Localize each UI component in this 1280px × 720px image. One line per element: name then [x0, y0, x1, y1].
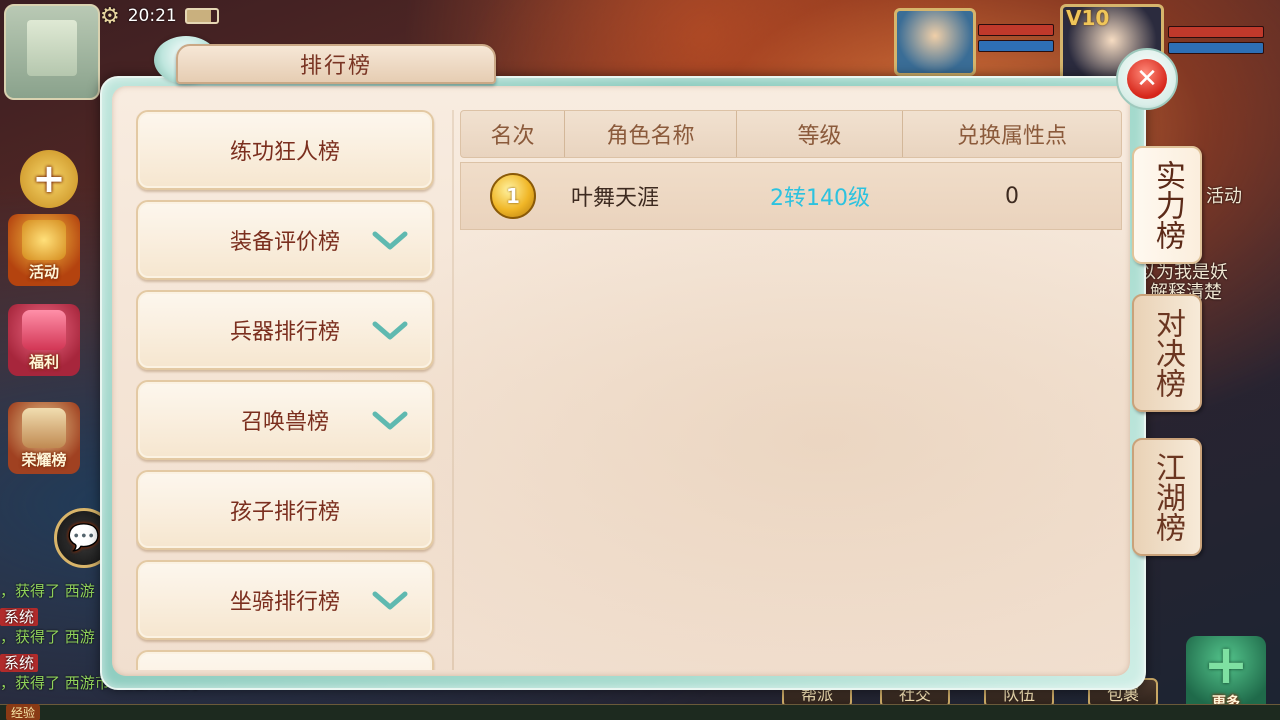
vip-badge: V10: [1066, 6, 1110, 30]
ranking-category-list[interactable]: 练功狂人榜 装备评价榜 兵器排行榜 召唤兽榜 孩子排行榜 坐骑排行榜: [136, 110, 436, 670]
honor-label: 荣耀榜: [21, 451, 67, 469]
chevron-down-icon[interactable]: [372, 410, 408, 432]
name-cell: 叶舞天涯: [571, 186, 660, 211]
category-label: 装备评价榜: [229, 230, 340, 255]
column-header-points: 兑换属性点: [956, 124, 1067, 149]
points-cell: 0: [1005, 183, 1019, 209]
gift-icon: [22, 310, 66, 350]
tab-strength-ranking[interactable]: 实力榜: [1132, 146, 1202, 264]
category-item[interactable]: 兵器排行榜: [136, 290, 434, 370]
gold-medal-icon: 1: [490, 173, 536, 219]
battery-icon: [184, 8, 219, 24]
system-tag: 系统: [0, 608, 39, 626]
chevron-down-icon[interactable]: [372, 230, 408, 252]
ranking-table-header: 名次 角色名称 等级 兑换属性点: [460, 110, 1122, 158]
category-label: 练功狂人榜: [229, 140, 340, 165]
chevron-down-icon[interactable]: [372, 590, 408, 612]
chevron-down-icon[interactable]: [372, 320, 408, 342]
pet-avatar[interactable]: [894, 8, 976, 76]
category-item[interactable]: 装备评价榜: [136, 200, 434, 280]
side-activity-text: 活动: [1206, 186, 1242, 207]
exp-bar: 经验: [0, 704, 1280, 720]
map-icon[interactable]: [4, 4, 100, 100]
table-row[interactable]: 1 叶舞天涯 2转140级 0: [460, 162, 1122, 230]
player-mp-bar: [1168, 42, 1264, 54]
pet-mp-bar: [978, 40, 1054, 52]
category-item[interactable]: 练功狂人榜: [136, 110, 434, 190]
pet-hp-bar: [978, 24, 1054, 36]
tab-jianghu-ranking[interactable]: 江湖榜: [1132, 438, 1202, 556]
bell-icon: [22, 220, 66, 260]
close-button[interactable]: ✕: [1116, 48, 1178, 110]
chat-line: ，获得了 西游: [0, 628, 95, 646]
activity-button[interactable]: 活动: [8, 214, 80, 286]
welfare-label: 福利: [28, 353, 59, 371]
column-header-rank: 名次: [461, 111, 565, 157]
honor-ranking-button[interactable]: 荣耀榜: [8, 402, 80, 474]
panel-divider: [452, 110, 454, 670]
level-cell: 2转140级: [770, 186, 870, 211]
column-header-level: 等级: [737, 111, 903, 157]
clock: 20:21: [127, 6, 177, 26]
category-label: 坐骑排行榜: [229, 590, 340, 615]
plus-icon: +: [1203, 633, 1249, 696]
welfare-button[interactable]: 福利: [8, 304, 80, 376]
chat-line: 系统: [0, 652, 42, 673]
column-header-name: 角色名称: [565, 111, 737, 157]
tab-duel-ranking[interactable]: 对决榜: [1132, 294, 1202, 412]
gear-icon[interactable]: ⚙: [100, 4, 120, 29]
system-tag: 系统: [0, 654, 39, 672]
category-item[interactable]: 孩子排行榜: [136, 470, 434, 550]
activity-label: 活动: [28, 263, 59, 281]
modal-title: 排行榜: [176, 44, 496, 84]
category-label: 召唤兽榜: [240, 410, 329, 435]
category-item[interactable]: [136, 650, 434, 670]
chat-line: ，获得了 西游: [0, 582, 95, 600]
close-icon: ✕: [1127, 59, 1167, 99]
category-item[interactable]: 召唤兽榜: [136, 380, 434, 460]
add-icon[interactable]: +: [20, 150, 78, 208]
player-hp-bar: [1168, 26, 1264, 38]
rank-cell: 1: [461, 163, 565, 229]
status-bar: ⚙ 20:21: [100, 0, 300, 32]
category-item[interactable]: 坐骑排行榜: [136, 560, 434, 640]
exp-label: 经验: [6, 704, 41, 720]
ranking-scroll-icon: [22, 408, 66, 448]
chat-line: 系统: [0, 606, 42, 627]
category-label: 兵器排行榜: [229, 320, 340, 345]
category-label: 孩子排行榜: [229, 500, 340, 525]
modal-title-text: 排行榜: [299, 54, 372, 79]
